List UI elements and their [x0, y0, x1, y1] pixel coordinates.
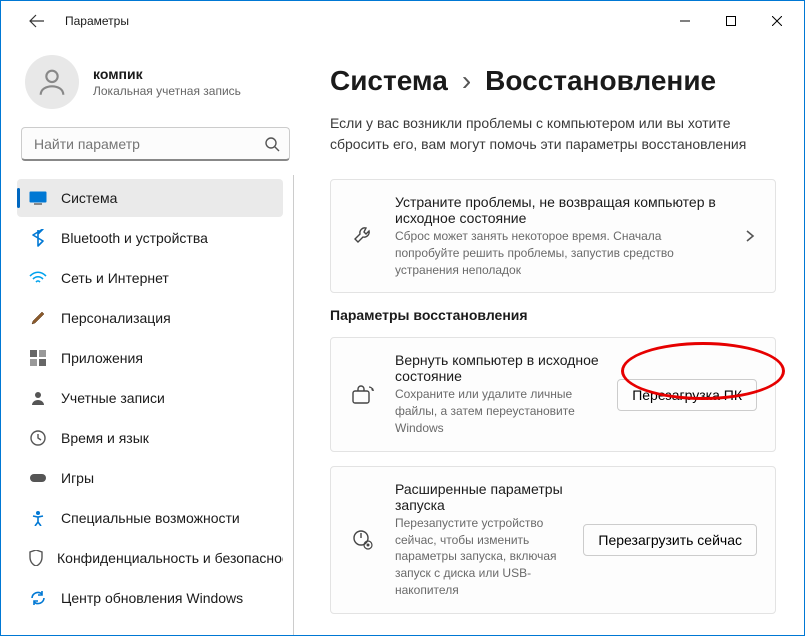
update-icon: [29, 589, 47, 607]
shield-icon: [29, 549, 43, 567]
nav-accessibility[interactable]: Специальные возможности: [17, 499, 283, 537]
brush-icon: [29, 309, 47, 327]
reset-icon: [349, 385, 377, 405]
power-gear-icon: [349, 529, 377, 551]
nav-gaming[interactable]: Игры: [17, 459, 283, 497]
reset-pc-button[interactable]: Перезагрузка ПК: [617, 379, 757, 411]
card-desc: Сброс может занять некоторое время. Снач…: [395, 228, 725, 278]
maximize-button[interactable]: [708, 5, 754, 37]
advanced-startup-card: Расширенные параметры запуска Перезапуст…: [330, 466, 776, 614]
nav-label: Специальные возможности: [61, 510, 240, 526]
nav-label: Время и язык: [61, 430, 149, 446]
breadcrumb: Система › Восстановление: [330, 65, 776, 97]
clock-icon: [29, 429, 47, 447]
search-icon: [264, 136, 280, 152]
wrench-icon: [349, 225, 377, 247]
chevron-right-icon: ›: [462, 65, 471, 97]
intro-text: Если у вас возникли проблемы с компьютер…: [330, 113, 776, 155]
nav-list: Система Bluetooth и устройства Сеть и Ин…: [17, 175, 294, 635]
nav-personalization[interactable]: Персонализация: [17, 299, 283, 337]
nav-bluetooth[interactable]: Bluetooth и устройства: [17, 219, 283, 257]
nav-update[interactable]: Центр обновления Windows: [17, 579, 283, 617]
nav-time[interactable]: Время и язык: [17, 419, 283, 457]
nav-privacy[interactable]: Конфиденциальность и безопасность: [17, 539, 283, 577]
nav-label: Персонализация: [61, 310, 171, 326]
nav-label: Приложения: [61, 350, 143, 366]
nav-system[interactable]: Система: [17, 179, 283, 217]
close-button[interactable]: [754, 5, 800, 37]
display-icon: [29, 189, 47, 207]
person-icon: [35, 65, 69, 99]
nav-label: Сеть и Интернет: [61, 270, 169, 286]
main-panel: Система › Восстановление Если у вас возн…: [306, 41, 804, 635]
search-box: [21, 127, 290, 161]
chevron-right-icon: [743, 229, 757, 243]
search-input[interactable]: [21, 127, 290, 161]
reset-pc-card: Вернуть компьютер в исходное состояние С…: [330, 337, 776, 451]
back-button[interactable]: [21, 5, 53, 37]
card-title: Вернуть компьютер в исходное состояние: [395, 352, 599, 384]
nav-accounts[interactable]: Учетные записи: [17, 379, 283, 417]
minimize-icon: [680, 16, 690, 26]
nav-label: Центр обновления Windows: [61, 590, 243, 606]
person-icon: [29, 389, 47, 407]
breadcrumb-current: Восстановление: [485, 65, 716, 97]
gamepad-icon: [29, 469, 47, 487]
window-title: Параметры: [65, 14, 129, 28]
wifi-icon: [29, 269, 47, 287]
nav-label: Система: [61, 190, 117, 206]
card-desc: Сохраните или удалите личные файлы, а за…: [395, 386, 599, 436]
breadcrumb-parent[interactable]: Система: [330, 65, 448, 97]
titlebar: Параметры: [1, 1, 804, 41]
apps-icon: [29, 349, 47, 367]
bluetooth-icon: [29, 229, 47, 247]
troubleshoot-card[interactable]: Устраните проблемы, не возвращая компьют…: [330, 179, 776, 293]
nav-network[interactable]: Сеть и Интернет: [17, 259, 283, 297]
card-title: Расширенные параметры запуска: [395, 481, 565, 513]
accessibility-icon: [29, 509, 47, 527]
maximize-icon: [726, 16, 736, 26]
card-desc: Перезапустите устройство сейчас, чтобы и…: [395, 515, 565, 599]
nav-label: Игры: [61, 470, 94, 486]
account-name: компик: [93, 66, 241, 82]
restart-now-button[interactable]: Перезагрузить сейчас: [583, 524, 757, 556]
nav-apps[interactable]: Приложения: [17, 339, 283, 377]
minimize-button[interactable]: [662, 5, 708, 37]
arrow-left-icon: [29, 13, 45, 29]
account-sub: Локальная учетная запись: [93, 84, 241, 98]
nav-label: Конфиденциальность и безопасность: [57, 550, 283, 566]
avatar: [25, 55, 79, 109]
close-icon: [772, 16, 782, 26]
account-block[interactable]: компик Локальная учетная запись: [17, 41, 294, 127]
card-title: Устраните проблемы, не возвращая компьют…: [395, 194, 725, 226]
nav-label: Учетные записи: [61, 390, 165, 406]
sidebar: компик Локальная учетная запись Система …: [1, 41, 306, 635]
nav-label: Bluetooth и устройства: [61, 230, 208, 246]
section-label: Параметры восстановления: [330, 307, 776, 323]
